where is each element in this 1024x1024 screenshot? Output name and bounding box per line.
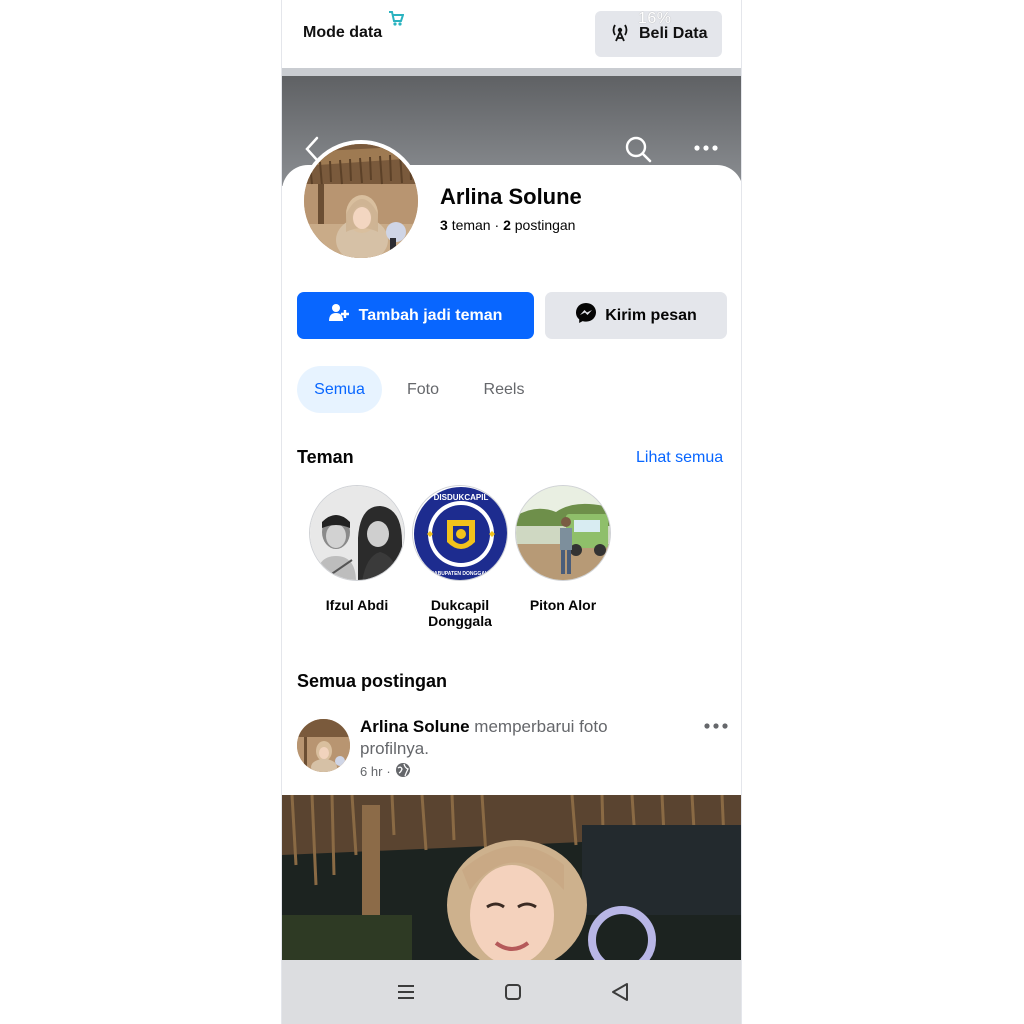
antenna-icon [609,22,631,47]
phone-screen: Mode data Beli Data 16% Arlina Solune 3 … [281,0,742,1024]
tab-reels[interactable]: Reels [478,366,530,413]
post-author-name[interactable]: Arlina Solune [360,717,470,736]
send-message-button[interactable]: Kirim pesan [545,292,727,339]
post-more-icon[interactable] [703,719,729,737]
friend-name: Dukcapil Donggala [428,597,492,629]
cart-icon [388,10,405,28]
friend-avatar: DISDUKCAPIL KABUPATEN DONGGALA [412,485,508,581]
tab-photos[interactable]: Foto [398,366,448,413]
logo-top-text: DISDUKCAPIL [434,493,489,502]
post-photo[interactable] [282,795,741,960]
send-message-label: Kirim pesan [605,306,697,324]
post-meta: 6 hr · [360,762,411,781]
friends-word: teman [451,217,491,233]
friends-section-title: Teman [297,447,354,467]
globe-icon [395,762,411,781]
add-friend-button[interactable]: Tambah jadi teman [297,292,534,339]
messenger-icon [575,302,597,329]
system-nav-bar [282,960,741,1024]
friend-avatar [515,485,611,581]
count-separator: · [494,217,504,233]
nav-back-icon[interactable] [611,982,629,1002]
post-header-text: Arlina Solune memperbarui foto profilnya… [360,716,660,760]
see-all-friends-link[interactable]: Lihat semua [636,449,723,467]
logo-bottom-text: KABUPATEN DONGGALA [430,571,492,577]
search-icon[interactable] [624,135,652,168]
friend-card[interactable]: DISDUKCAPIL KABUPATEN DONGGALA Dukcapil … [410,485,510,629]
friend-avatar [309,485,405,581]
friend-card[interactable]: Ifzul Abdi [307,485,407,613]
profile-counts: 3 teman · 2 postingan [440,217,575,233]
add-friend-label: Tambah jadi teman [358,306,503,324]
battery-status: 16% [638,10,672,27]
friend-name: Ifzul Abdi [325,597,389,613]
friend-card[interactable]: Piton Alor [513,485,613,613]
menu-icon[interactable] [397,984,415,1000]
divider [282,68,741,76]
posts-word: postingan [514,217,576,233]
add-friend-icon [328,303,349,328]
posts-section-title: Semua postingan [297,671,448,691]
home-icon[interactable] [504,983,522,1001]
friends-count: 3 [440,217,448,233]
data-mode-banner: Mode data Beli Data 16% [282,0,741,68]
more-icon[interactable] [693,141,719,160]
friend-name: Piton Alor [529,597,597,613]
post-time[interactable]: 6 hr [360,764,382,779]
posts-count: 2 [503,217,511,233]
meta-dot: · [386,764,391,779]
tab-all[interactable]: Semua [297,366,382,413]
profile-name: Arlina Solune [440,184,582,209]
post-author-avatar[interactable] [297,719,350,772]
data-mode-label: Mode data [303,24,383,41]
profile-avatar[interactable] [300,140,422,262]
